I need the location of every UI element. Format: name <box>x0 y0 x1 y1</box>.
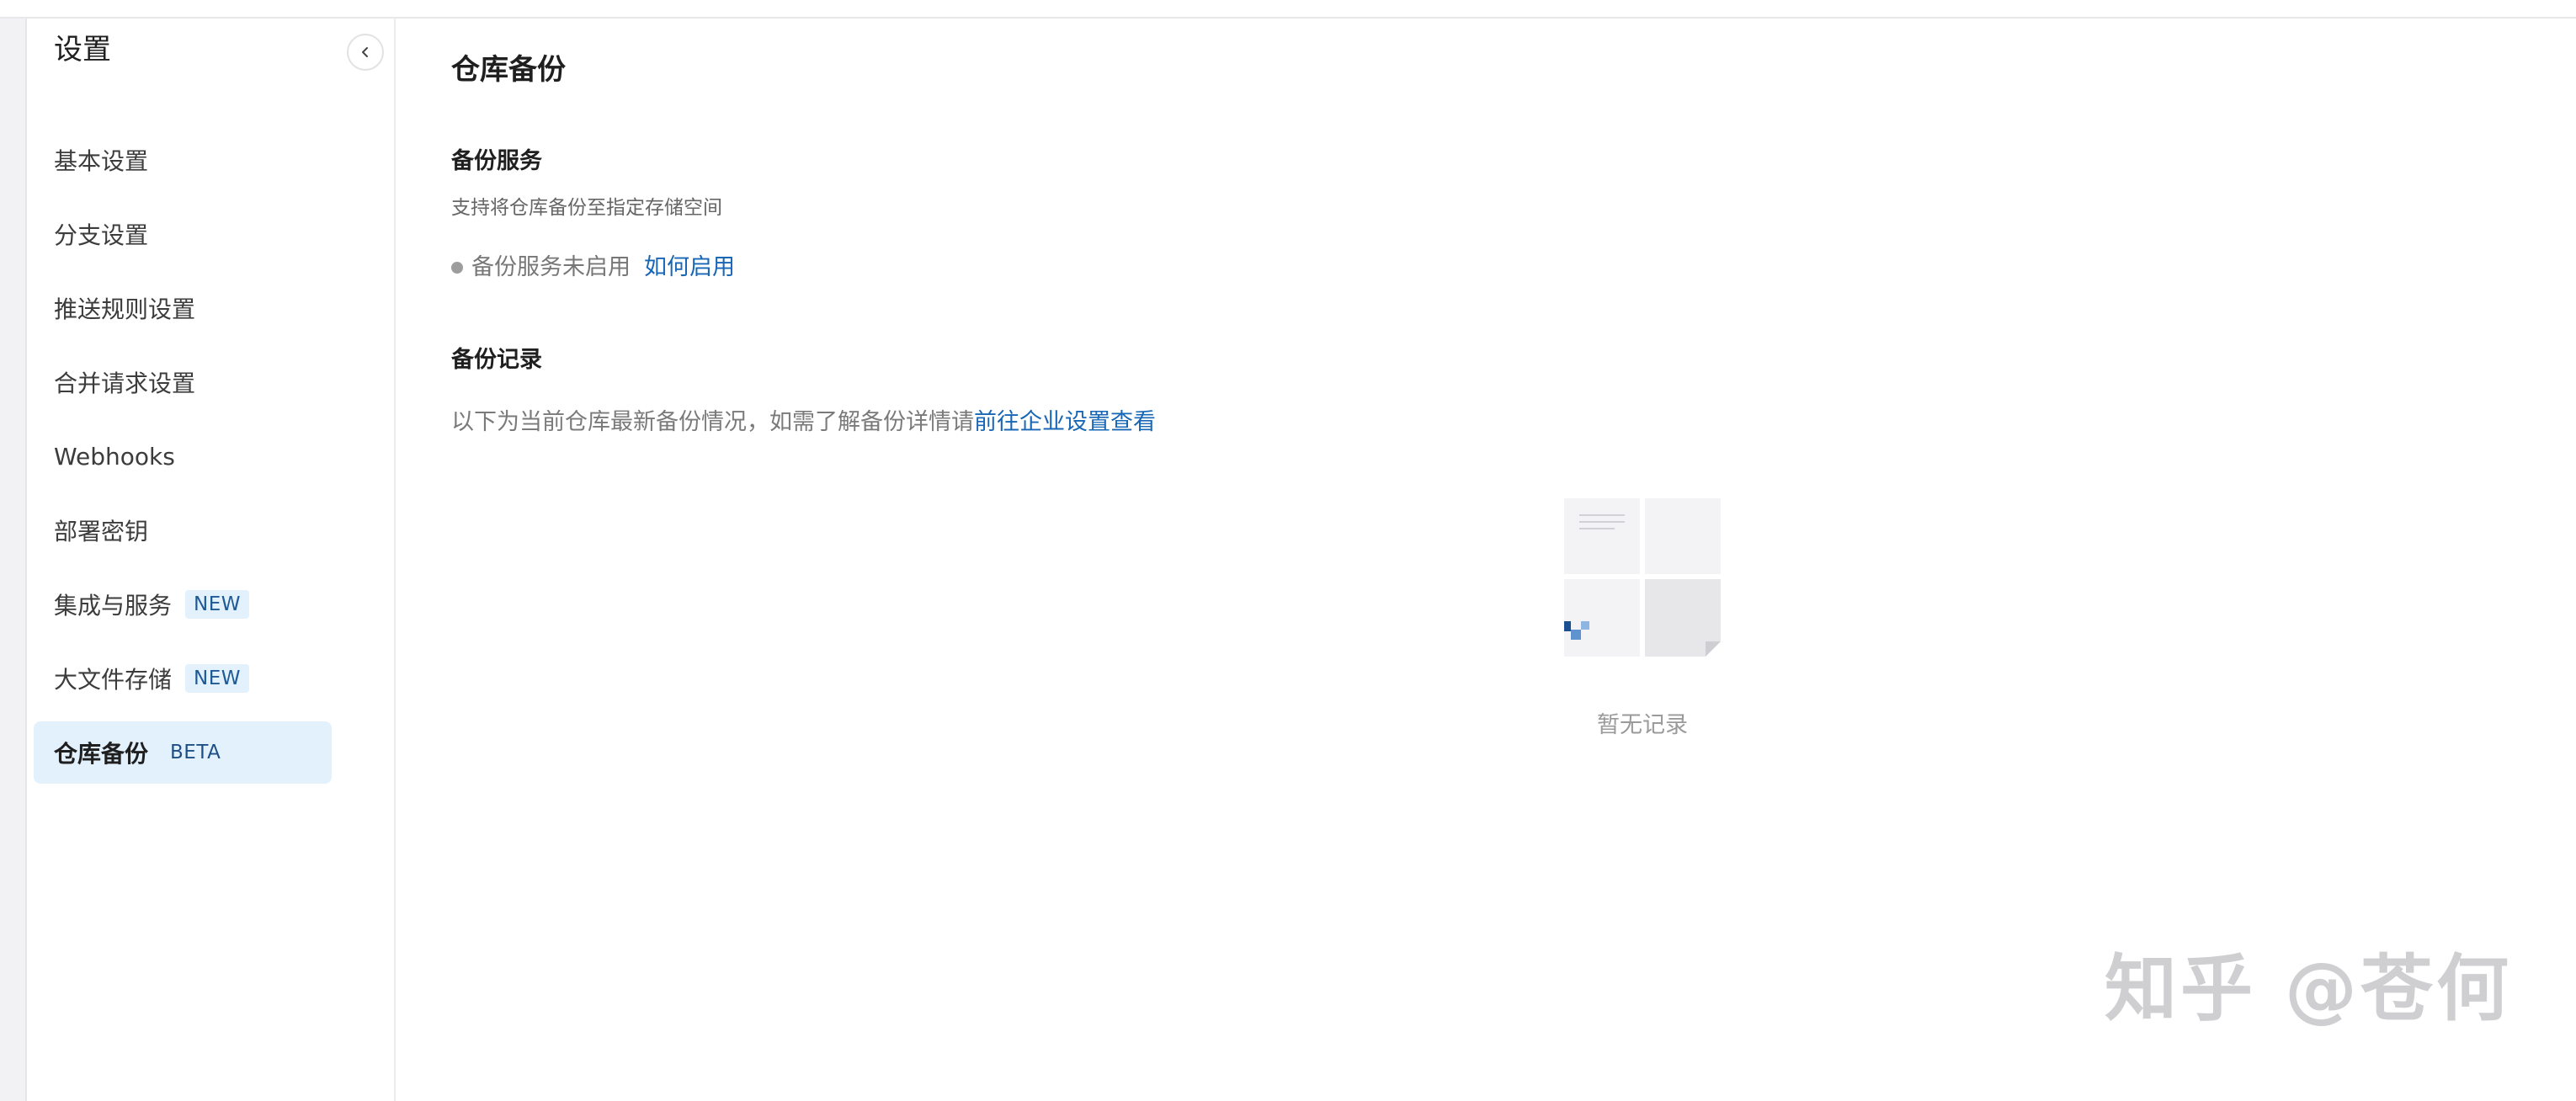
sidebar-item-branch-settings[interactable]: 分支设置 <box>34 203 332 265</box>
status-text: 备份服务未启用 <box>471 254 631 280</box>
sidebar-item-label: 推送规则设置 <box>54 295 196 323</box>
sidebar-title: 设置 <box>54 33 111 66</box>
sidebar-item-lfs[interactable]: 大文件存储 NEW <box>34 647 332 710</box>
empty-records-text: 暂无记录 <box>1597 712 1688 738</box>
top-bar <box>0 0 2576 19</box>
sidebar-item-label: 合并请求设置 <box>54 370 196 397</box>
sidebar-item-push-rules[interactable]: 推送规则设置 <box>34 277 332 339</box>
sidebar-item-integrations[interactable]: 集成与服务 NEW <box>34 573 332 636</box>
sidebar-item-label: 集成与服务 <box>54 592 173 620</box>
sidebar-item-merge-request-settings[interactable]: 合并请求设置 <box>34 351 332 413</box>
backup-service-status: 备份服务未启用 如何启用 <box>451 256 735 279</box>
how-to-enable-link[interactable]: 如何启用 <box>644 256 735 279</box>
sidebar-item-label: 大文件存储 <box>54 666 173 694</box>
backup-records-title: 备份记录 <box>451 347 542 373</box>
beta-badge: BETA <box>170 742 221 763</box>
empty-records-illustration <box>1564 498 1721 657</box>
chevron-left-icon <box>362 47 368 57</box>
main-content: 仓库备份 备份服务 支持将仓库备份至指定存储空间 备份服务未启用 如何启用 备份… <box>451 19 2547 1101</box>
sidebar-item-label: 基本设置 <box>54 147 149 175</box>
sidebar-item-deploy-keys[interactable]: 部署密钥 <box>34 499 332 561</box>
backup-service-title: 备份服务 <box>451 148 542 174</box>
new-badge: NEW <box>185 590 249 619</box>
sidebar-item-label: 仓库备份 <box>54 740 149 768</box>
status-dot <box>451 261 463 274</box>
description-text: 以下为当前仓库最新备份情况，如需了解备份详情请 <box>451 409 974 435</box>
sidebar-item-label: Webhooks <box>54 442 175 471</box>
app-rail <box>0 19 27 1101</box>
sidebar-item-repo-backup[interactable]: 仓库备份 BETA <box>34 721 332 784</box>
page-title: 仓库备份 <box>451 53 566 87</box>
backup-records-description: 以下为当前仓库最新备份情况，如需了解备份详情请前往企业设置查看 <box>451 411 1156 433</box>
sidebar-item-webhooks[interactable]: Webhooks <box>34 425 332 487</box>
sidebar-item-basic-settings[interactable]: 基本设置 <box>34 129 332 191</box>
enterprise-settings-link[interactable]: 前往企业设置查看 <box>974 409 1156 435</box>
sidebar-item-label: 分支设置 <box>54 221 149 249</box>
sidebar-collapse-button[interactable] <box>347 34 384 71</box>
new-badge: NEW <box>185 664 249 693</box>
watermark-text: 知乎 @苍何 <box>2105 947 2512 1031</box>
sidebar-item-label: 部署密钥 <box>54 518 149 545</box>
backup-service-description: 支持将仓库备份至指定存储空间 <box>451 197 722 219</box>
